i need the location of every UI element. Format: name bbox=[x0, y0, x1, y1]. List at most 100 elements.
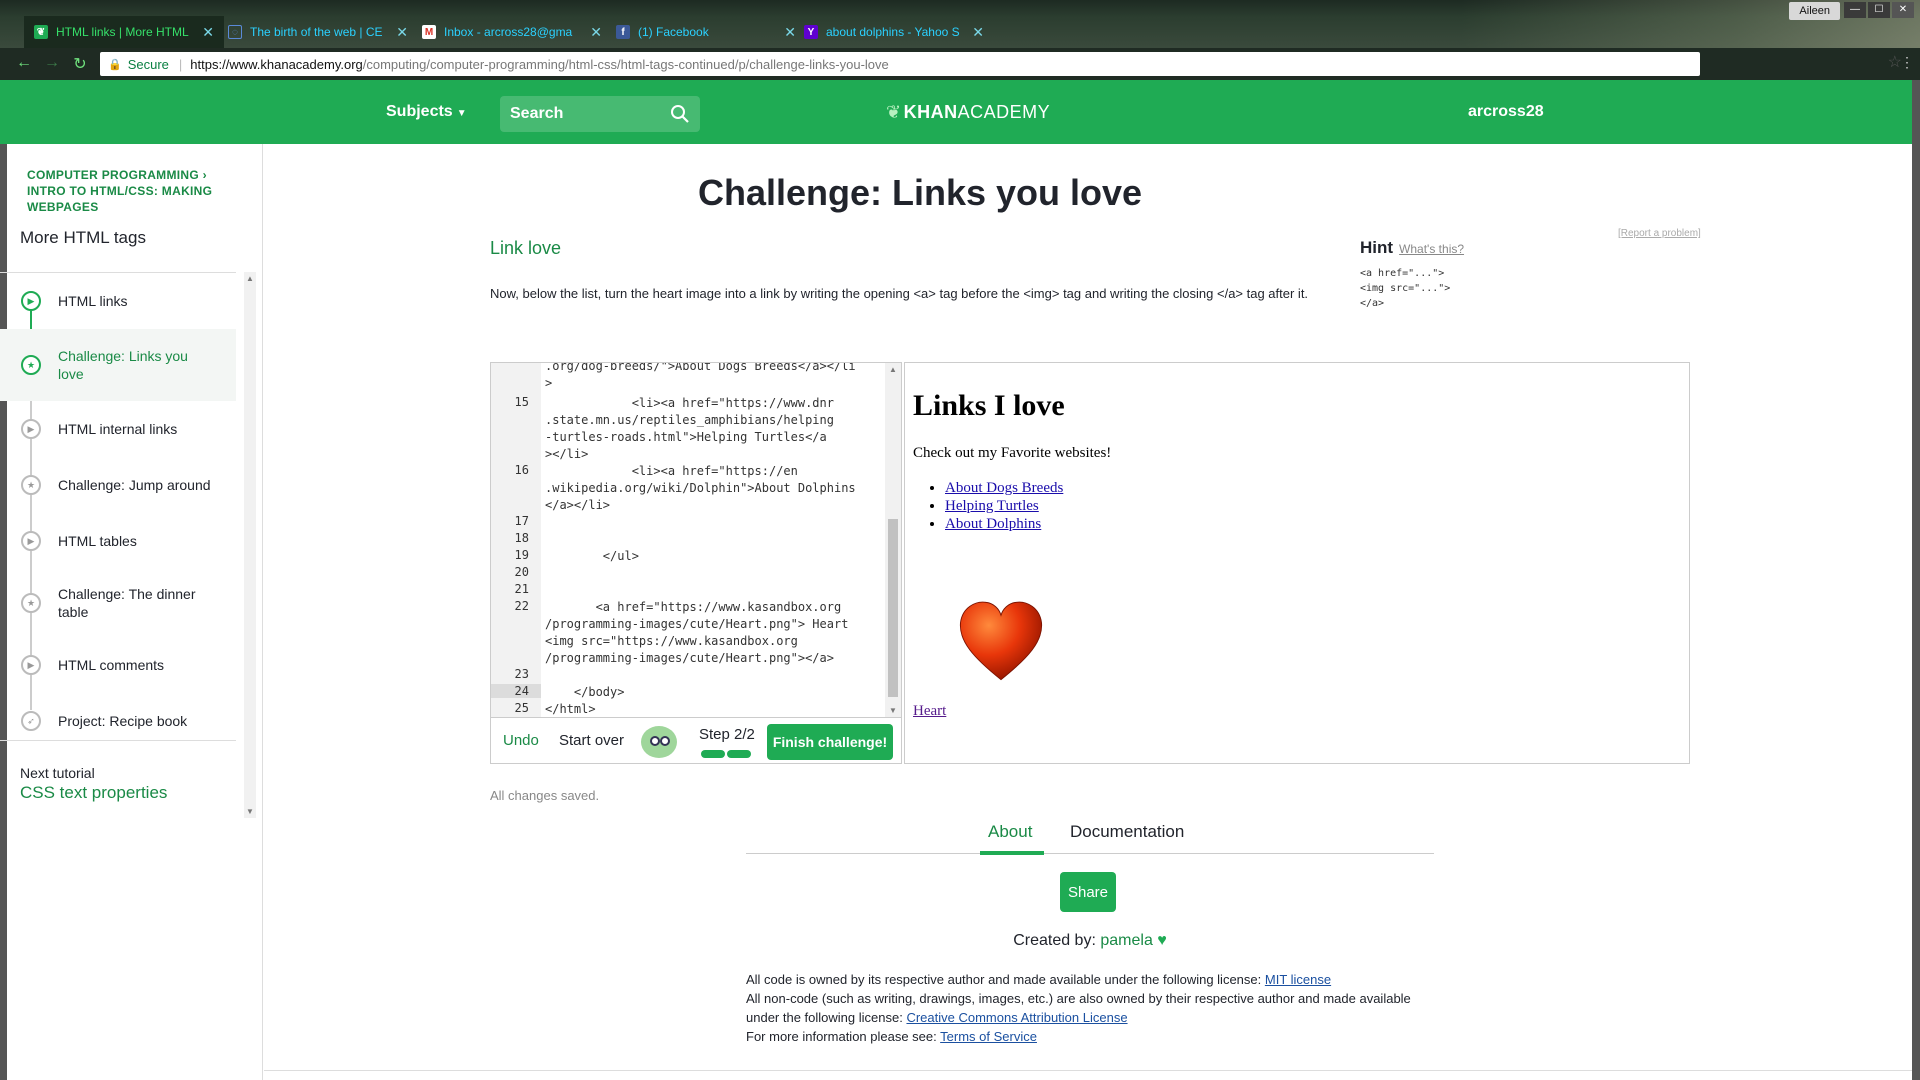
reload-icon[interactable]: ↻ bbox=[70, 54, 90, 74]
code-editor[interactable]: 15 16 17 18 19 20 21 22 23 24 25 .org/do… bbox=[490, 362, 902, 764]
scroll-up-icon[interactable]: ▲ bbox=[244, 274, 256, 283]
search-icon bbox=[671, 105, 689, 123]
author-link[interactable]: pamela bbox=[1100, 932, 1152, 949]
sidebar-scrollbar[interactable]: ▲ ▼ bbox=[244, 272, 256, 818]
tutorial-list: ▶ HTML links ★ Challenge: Links you love… bbox=[0, 272, 236, 749]
yahoo-icon: Y bbox=[804, 25, 818, 39]
output-link-list: About Dogs Breeds Helping Turtles About … bbox=[913, 479, 1063, 533]
scroll-down-icon[interactable]: ▼ bbox=[244, 807, 256, 816]
close-icon[interactable]: ✕ bbox=[590, 24, 602, 41]
output-heading: Links I love bbox=[913, 389, 1065, 422]
sidebar-item-html-tables[interactable]: ▶ HTML tables bbox=[0, 513, 236, 569]
gmail-icon: M bbox=[422, 25, 436, 39]
created-by-label: Created by: bbox=[1013, 932, 1096, 949]
user-menu[interactable]: arcross28 bbox=[1468, 80, 1544, 144]
sidebar-item-html-internal-links[interactable]: ▶ HTML internal links bbox=[0, 401, 236, 457]
maximize-icon[interactable]: ☐ bbox=[1868, 2, 1890, 18]
sidebar-item-label: Project: Recipe book bbox=[58, 713, 188, 729]
close-icon[interactable]: ✕ bbox=[396, 24, 408, 41]
khan-leaf-icon: ❦ bbox=[886, 102, 902, 122]
breadcrumb-intro-html-css-2[interactable]: WEBPAGES bbox=[27, 200, 99, 214]
sidebar-item-challenge-dinner-table[interactable]: ★ Challenge: The dinner table bbox=[0, 569, 236, 637]
code-text[interactable]: .org/dog-breeds/">About Dogs Breeds</a><… bbox=[545, 363, 885, 717]
sidebar-item-challenge-links-you-love[interactable]: ★ Challenge: Links you love bbox=[0, 329, 236, 401]
brand-bold: KHAN bbox=[903, 102, 958, 122]
list-item: About Dogs Breeds bbox=[945, 479, 1063, 497]
code-line: </html> bbox=[545, 702, 596, 716]
terms-of-service-link[interactable]: Terms of Service bbox=[940, 1029, 1037, 1044]
step-progress-segment bbox=[701, 750, 725, 758]
sidebar-item-challenge-jump-around[interactable]: ★ Challenge: Jump around bbox=[0, 457, 236, 513]
close-icon[interactable]: ✕ bbox=[202, 24, 214, 41]
breadcrumb-computer-programming[interactable]: COMPUTER PROGRAMMING › bbox=[27, 168, 207, 182]
url-field[interactable]: 🔒 Secure | https://www.khanacademy.org /… bbox=[100, 52, 1700, 76]
step-title: Link love bbox=[490, 238, 562, 258]
page-title: Challenge: Links you love bbox=[697, 172, 1143, 213]
report-problem-link[interactable]: [Report a problem] bbox=[1618, 228, 1701, 239]
browser-tab[interactable]: f (1) Facebook ✕ bbox=[606, 16, 806, 48]
url-path: /computing/computer-programming/html-css… bbox=[362, 56, 889, 72]
tab-about[interactable]: About bbox=[988, 822, 1032, 842]
output-heart-link[interactable]: Heart bbox=[913, 703, 946, 720]
line-number: 16 bbox=[514, 463, 529, 477]
browser-tab[interactable]: ❦ HTML links | More HTML ✕ bbox=[24, 16, 224, 48]
forward-icon[interactable]: → bbox=[42, 54, 62, 72]
output-link-dolphins[interactable]: About Dolphins bbox=[945, 516, 1041, 532]
separator: | bbox=[178, 56, 183, 72]
tutorial-title: More HTML tags bbox=[20, 228, 146, 247]
scrollbar-thumb[interactable] bbox=[888, 519, 898, 697]
next-tutorial-link[interactable]: CSS text properties bbox=[20, 783, 216, 803]
next-tutorial: Next tutorial CSS text properties bbox=[0, 740, 236, 827]
scroll-down-icon[interactable]: ▼ bbox=[885, 706, 901, 715]
browser-tab[interactable]: Y about dolphins - Yahoo S ✕ bbox=[794, 16, 994, 48]
step-instructions: Now, below the list, turn the heart imag… bbox=[490, 286, 1309, 301]
line-number: 25 bbox=[514, 701, 529, 715]
code-line: <img src="https://www.kasandbox.org bbox=[545, 634, 798, 648]
cern-icon: ◌ bbox=[228, 25, 242, 39]
editor-scrollbar[interactable]: ▲ ▼ bbox=[885, 363, 901, 717]
cc-license-link[interactable]: Creative Commons Attribution License bbox=[906, 1010, 1127, 1025]
browser-tab[interactable]: ◌ The birth of the web | CE ✕ bbox=[218, 16, 418, 48]
back-icon[interactable]: ← bbox=[14, 54, 34, 72]
browser-tab[interactable]: M Inbox - arcross28@gma ✕ bbox=[412, 16, 612, 48]
heart-image[interactable] bbox=[955, 595, 1047, 687]
list-item: Helping Turtles bbox=[945, 497, 1063, 515]
url-host: https://www.khanacademy.org bbox=[190, 56, 363, 72]
list-item: About Dolphins bbox=[945, 515, 1063, 533]
sidebar-item-html-links[interactable]: ▶ HTML links bbox=[0, 273, 236, 329]
undo-button[interactable]: Undo bbox=[503, 732, 539, 749]
subjects-menu[interactable]: Subjects ▼ bbox=[386, 80, 467, 144]
start-over-button[interactable]: Start over bbox=[559, 732, 624, 749]
active-tab-indicator bbox=[980, 851, 1044, 855]
sidebar-item-html-comments[interactable]: ▶ HTML comments bbox=[0, 637, 236, 693]
tab-documentation[interactable]: Documentation bbox=[1070, 822, 1184, 842]
search-input[interactable]: Search bbox=[500, 96, 700, 132]
menu-icon[interactable]: ⋮ bbox=[1900, 54, 1914, 71]
browser-tab-title: Inbox - arcross28@gma bbox=[444, 25, 573, 39]
code-line: </body> bbox=[545, 685, 625, 699]
editor-toolbar: Undo Start over Step 2/2 Finish challeng… bbox=[491, 717, 901, 763]
breadcrumb-intro-html-css[interactable]: INTRO TO HTML/CSS: MAKING bbox=[27, 184, 212, 198]
code-line: .state.mn.us/reptiles_amphibians/helping bbox=[545, 413, 834, 427]
star-icon: ★ bbox=[21, 355, 41, 375]
minimize-icon[interactable]: — bbox=[1844, 2, 1866, 18]
chevron-down-icon: ▼ bbox=[456, 108, 467, 119]
line-number: 17 bbox=[514, 514, 529, 528]
next-tutorial-label: Next tutorial bbox=[20, 765, 95, 781]
window-close-icon[interactable]: ✕ bbox=[1892, 2, 1914, 18]
share-button[interactable]: Share bbox=[1060, 872, 1116, 912]
brand-light: ACADEMY bbox=[957, 102, 1051, 122]
code-line: </a></li> bbox=[545, 498, 611, 512]
khan-academy-logo[interactable]: ❦ KHANACADEMY bbox=[886, 80, 1050, 144]
play-icon: ▶ bbox=[21, 419, 41, 439]
profile-chip[interactable]: Aileen bbox=[1789, 2, 1840, 20]
line-number: 21 bbox=[514, 582, 529, 596]
finish-challenge-button[interactable]: Finish challenge! bbox=[767, 724, 893, 760]
hint-whats-this-link[interactable]: What's this? bbox=[1399, 242, 1464, 256]
line-number: 20 bbox=[514, 565, 529, 579]
output-link-dogs[interactable]: About Dogs Breeds bbox=[945, 480, 1063, 496]
close-icon[interactable]: ✕ bbox=[972, 24, 984, 41]
scroll-up-icon[interactable]: ▲ bbox=[885, 365, 901, 374]
output-link-turtles[interactable]: Helping Turtles bbox=[945, 498, 1039, 514]
mit-license-link[interactable]: MIT license bbox=[1265, 972, 1331, 987]
